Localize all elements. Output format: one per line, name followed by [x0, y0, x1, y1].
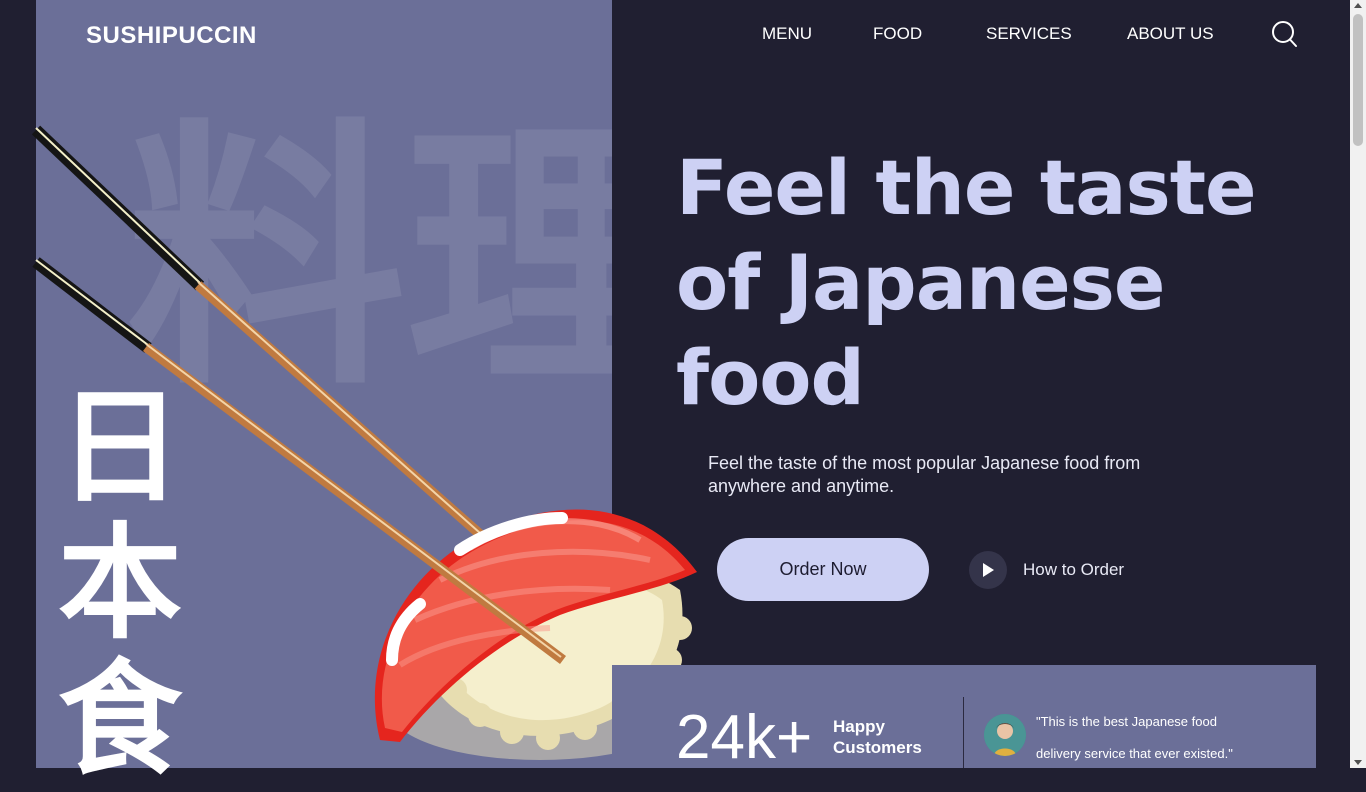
- nav-item-services[interactable]: SERVICES: [986, 24, 1072, 44]
- how-to-order-link[interactable]: How to Order: [969, 551, 1124, 589]
- kanji-char: 日: [58, 376, 183, 520]
- kanji-char: 本: [58, 512, 183, 656]
- stat-label: Happy Customers: [833, 717, 922, 757]
- nav-item-food[interactable]: FOOD: [873, 24, 922, 44]
- avatar: [984, 714, 1026, 756]
- vertical-kanji: 日 本 食: [58, 376, 183, 788]
- scroll-down-arrow[interactable]: [1354, 760, 1362, 765]
- how-to-order-label: How to Order: [1023, 560, 1125, 579]
- scrollbar[interactable]: [1350, 0, 1366, 768]
- hero-subtitle: Feel the taste of the most popular Japan…: [708, 453, 1141, 496]
- testimonial-quote: "This is the best Japanese food delivery…: [1036, 714, 1233, 761]
- play-icon[interactable]: [969, 551, 1007, 589]
- scroll-up-arrow[interactable]: [1354, 3, 1362, 8]
- hero-headline: Feel the taste of Japanese food: [676, 143, 1257, 422]
- nav-item-menu[interactable]: MENU: [762, 24, 812, 44]
- stat-number: 24k+: [676, 703, 813, 772]
- stat-divider: [963, 697, 964, 768]
- scrollbar-thumb[interactable]: [1353, 14, 1363, 146]
- order-now-button[interactable]: Order Now: [717, 538, 929, 601]
- brand-logo[interactable]: SUSHIPUCCIN: [86, 22, 257, 50]
- nav-item-about-us[interactable]: ABOUT US: [1127, 24, 1214, 44]
- left-rail: [0, 0, 36, 768]
- background-kanji: 料理: [126, 97, 612, 423]
- search-icon[interactable]: [1270, 20, 1298, 48]
